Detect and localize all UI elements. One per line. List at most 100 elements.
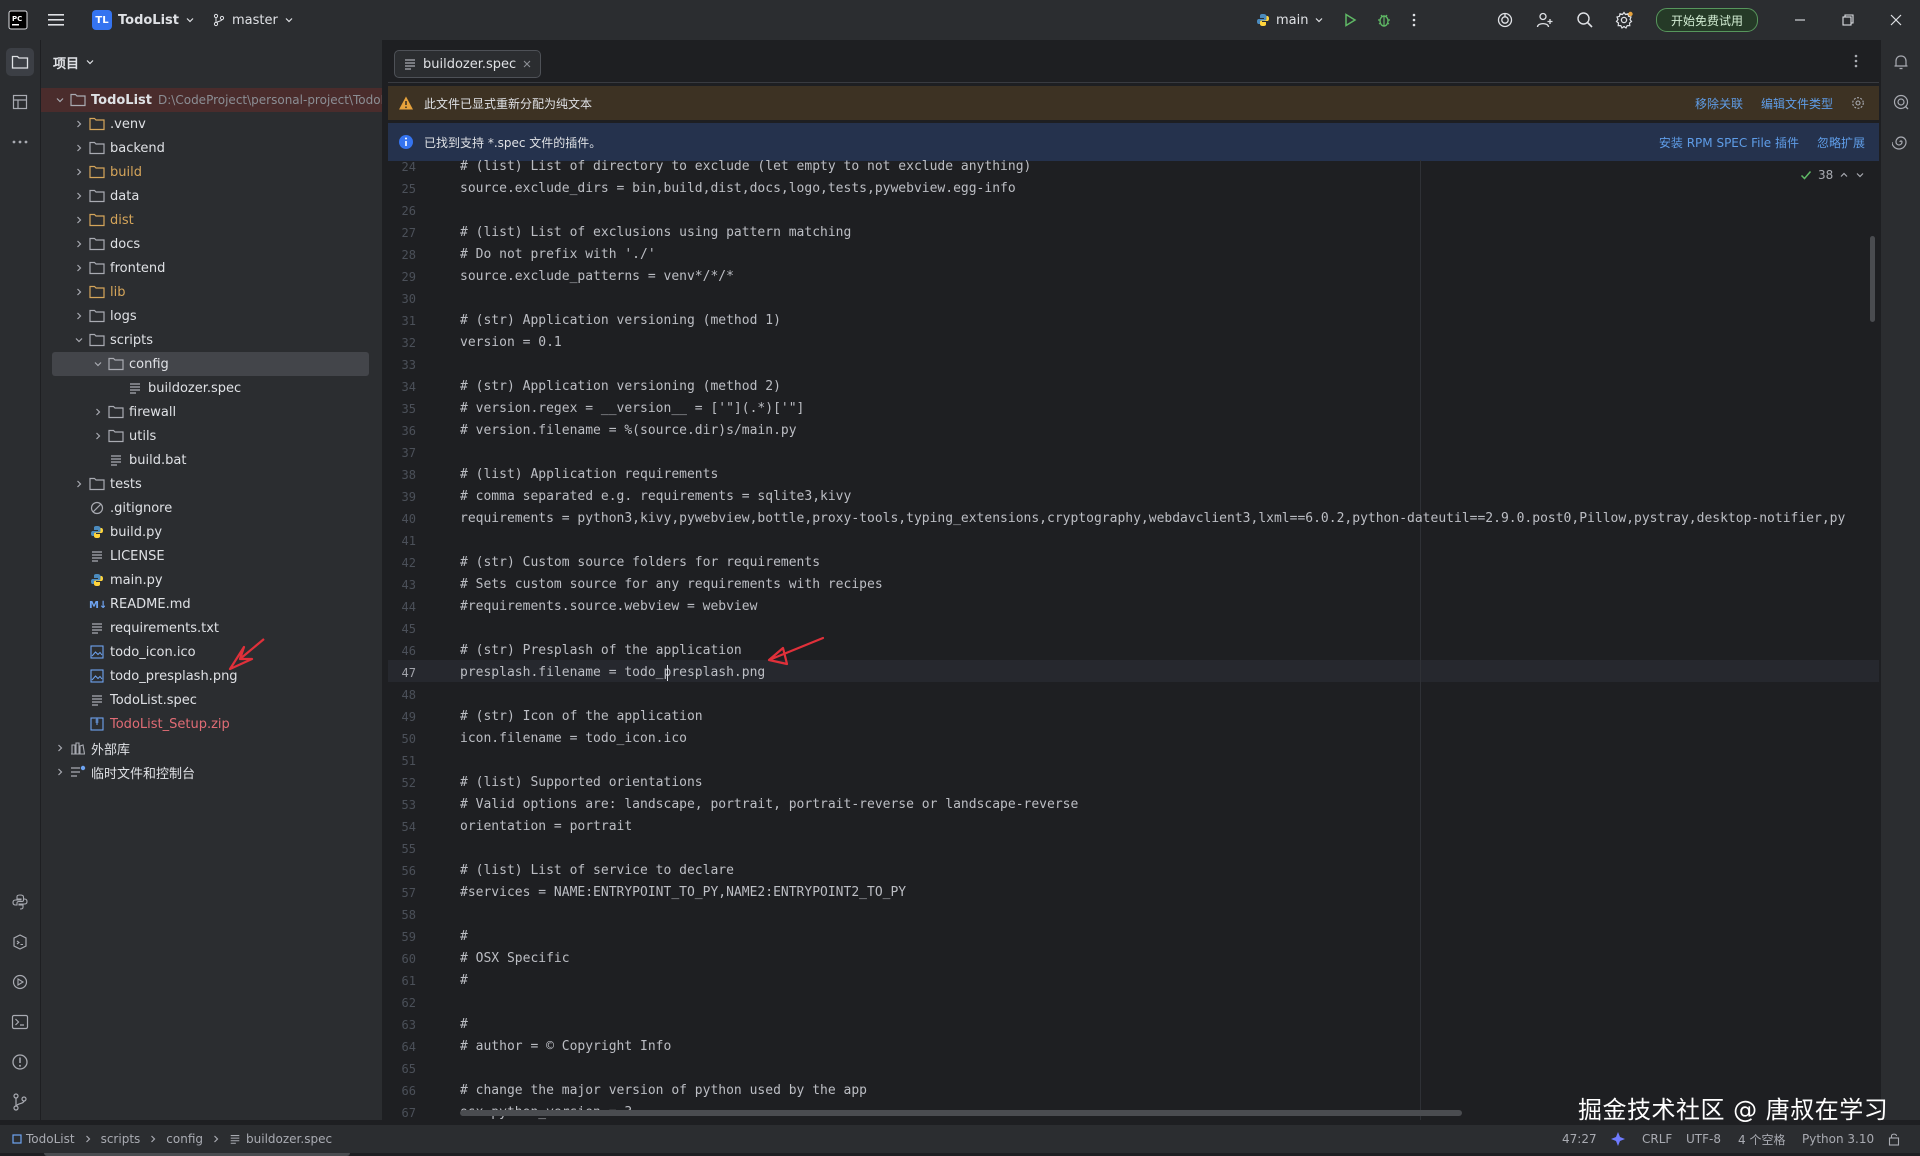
restore-window-button[interactable] [1842, 0, 1854, 40]
folder-scripts[interactable]: scripts [41, 328, 382, 352]
code-assistant-tool-button[interactable] [1887, 128, 1915, 156]
notifications-tool-button[interactable] [1887, 48, 1915, 76]
edit-file-type-link[interactable]: 编辑文件类型 [1761, 95, 1833, 112]
close-tab-icon[interactable] [522, 59, 532, 69]
chevron-right-icon[interactable] [72, 165, 86, 179]
folder-docs[interactable]: docs [41, 232, 382, 256]
code-line[interactable]: # [460, 970, 468, 992]
ignore-extension-link[interactable]: 忽略扩展 [1817, 134, 1865, 151]
debug-button[interactable] [1376, 0, 1392, 40]
external-libraries[interactable]: 外部库 [41, 736, 382, 760]
code-line[interactable]: # comma separated e.g. requirements = sq… [460, 486, 851, 508]
file-main-py[interactable]: main.py [41, 568, 382, 592]
project-view-selector[interactable]: 项目 [53, 50, 95, 74]
file-requirements-txt[interactable]: requirements.txt [41, 616, 382, 640]
chevron-right-icon[interactable] [72, 189, 86, 203]
code-line[interactable]: # Do not prefix with './' [460, 244, 656, 266]
python-console-tool-button[interactable] [6, 928, 34, 956]
chevron-right-icon[interactable] [72, 477, 86, 491]
horizontal-scrollbar[interactable] [460, 1110, 1462, 1116]
chevron-down-icon[interactable] [1855, 170, 1865, 180]
file-todolist-setup-zip[interactable]: TodoList_Setup.zip [41, 712, 382, 736]
more-tool-windows-icon[interactable] [6, 128, 34, 156]
chevron-right-icon[interactable] [53, 765, 67, 779]
file-build-py[interactable]: build.py [41, 520, 382, 544]
code-line[interactable]: orientation = portrait [460, 816, 632, 838]
problems-tool-button[interactable] [6, 1048, 34, 1076]
file-gitignore[interactable]: .gitignore [41, 496, 382, 520]
code-line[interactable]: source.exclude_patterns = venv*/*/* [460, 266, 734, 288]
breadcrumb-item[interactable]: buildozer.spec [246, 1132, 332, 1146]
ai-assistant-icon[interactable] [1496, 0, 1514, 40]
folder-utils[interactable]: utils [41, 424, 382, 448]
python-packages-tool-button[interactable] [6, 888, 34, 916]
scratches-and-consoles[interactable]: 临时文件和控制台 [41, 760, 382, 784]
chevron-down-icon[interactable] [72, 333, 86, 347]
code-line[interactable]: # [460, 1014, 468, 1036]
chevron-right-icon[interactable] [72, 309, 86, 323]
run-button[interactable] [1342, 0, 1358, 40]
code-line[interactable]: # Sets custom source for any requirement… [460, 574, 883, 596]
ai-status-icon[interactable] [1610, 1125, 1626, 1153]
chevron-right-icon[interactable] [72, 237, 86, 251]
code-text-area[interactable]: # (list) List of directory to exclude (l… [460, 160, 1880, 1120]
main-menu-icon[interactable] [48, 0, 66, 40]
inspection-widget[interactable]: 38 [1800, 166, 1865, 184]
code-line[interactable]: # [460, 926, 468, 948]
file-license[interactable]: LICENSE [41, 544, 382, 568]
code-line[interactable]: # Valid options are: landscape, portrait… [460, 794, 1078, 816]
code-line[interactable]: # (list) List of directory to exclude (l… [460, 160, 1031, 178]
install-plugin-link[interactable]: 安装 RPM SPEC File 插件 [1659, 134, 1799, 151]
code-line[interactable]: version = 0.1 [460, 332, 562, 354]
close-window-button[interactable] [1890, 0, 1902, 40]
indent-selector[interactable]: 4 个空格 [1738, 1125, 1785, 1153]
code-line[interactable]: icon.filename = todo_icon.ico [460, 728, 687, 750]
chevron-right-icon[interactable] [72, 261, 86, 275]
chevron-right-icon[interactable] [53, 741, 67, 755]
code-line[interactable]: # (str) Icon of the application [460, 706, 703, 728]
remove-association-link[interactable]: 移除关联 [1695, 95, 1743, 112]
app-logo[interactable]: PC [8, 0, 28, 40]
more-actions-icon[interactable] [1412, 0, 1416, 40]
chevron-right-icon[interactable] [91, 405, 105, 419]
folder-lib[interactable]: lib [41, 280, 382, 304]
run-configuration-selector[interactable]: main [1256, 0, 1324, 40]
chevron-right-icon[interactable] [91, 429, 105, 443]
file-buildozer-spec[interactable]: buildozer.spec [41, 376, 382, 400]
code-line[interactable]: # author = © Copyright Info [460, 1036, 671, 1058]
interpreter-selector[interactable]: Python 3.10 [1802, 1125, 1874, 1153]
terminal-tool-button[interactable] [6, 1008, 34, 1036]
chevron-right-icon[interactable] [72, 213, 86, 227]
code-line[interactable]: source.exclude_dirs = bin,build,dist,doc… [460, 178, 1016, 200]
start-free-trial-button[interactable]: 开始免费试用 [1656, 0, 1759, 40]
tab-buildozer-spec[interactable]: buildozer.spec [394, 50, 542, 78]
code-line[interactable]: #services = NAME:ENTRYPOINT_TO_PY,NAME2:… [460, 882, 906, 904]
code-line[interactable]: # (str) Application versioning (method 1… [460, 310, 781, 332]
breadcrumb-item[interactable]: scripts [101, 1132, 141, 1146]
folder-firewall[interactable]: firewall [41, 400, 382, 424]
code-line[interactable]: # version.filename = %(source.dir)s/main… [460, 420, 797, 442]
file-todolist-spec[interactable]: TodoList.spec [41, 688, 382, 712]
git-tool-button[interactable] [6, 1088, 34, 1116]
file-build-bat[interactable]: build.bat [41, 448, 382, 472]
code-line[interactable]: # (str) Custom source folders for requir… [460, 552, 820, 574]
breadcrumb-item[interactable]: config [166, 1132, 203, 1146]
chevron-right-icon[interactable] [72, 141, 86, 155]
folder-build[interactable]: build [41, 160, 382, 184]
encoding-selector[interactable]: UTF-8 [1686, 1125, 1721, 1153]
file-readme-md[interactable]: M↓ README.md [41, 592, 382, 616]
project-tool-button[interactable] [6, 48, 34, 76]
vcs-branch-switcher[interactable]: master [212, 0, 294, 40]
settings-gear-icon[interactable] [1615, 0, 1633, 40]
chevron-right-icon[interactable] [72, 117, 86, 131]
structure-tool-button[interactable] [6, 88, 34, 116]
folder-tests[interactable]: tests [41, 472, 382, 496]
code-line[interactable]: # (str) Application versioning (method 2… [460, 376, 781, 398]
code-line[interactable]: # version.regex = __version__ = ['"](.*)… [460, 398, 804, 420]
line-ending-selector[interactable]: CRLF [1642, 1125, 1672, 1153]
code-with-me-icon[interactable] [1536, 0, 1554, 40]
services-tool-button[interactable] [6, 968, 34, 996]
folder-config[interactable]: config [52, 352, 369, 376]
file-todo-presplash-png[interactable]: todo_presplash.png [41, 664, 382, 688]
chevron-up-icon[interactable] [1839, 170, 1849, 180]
